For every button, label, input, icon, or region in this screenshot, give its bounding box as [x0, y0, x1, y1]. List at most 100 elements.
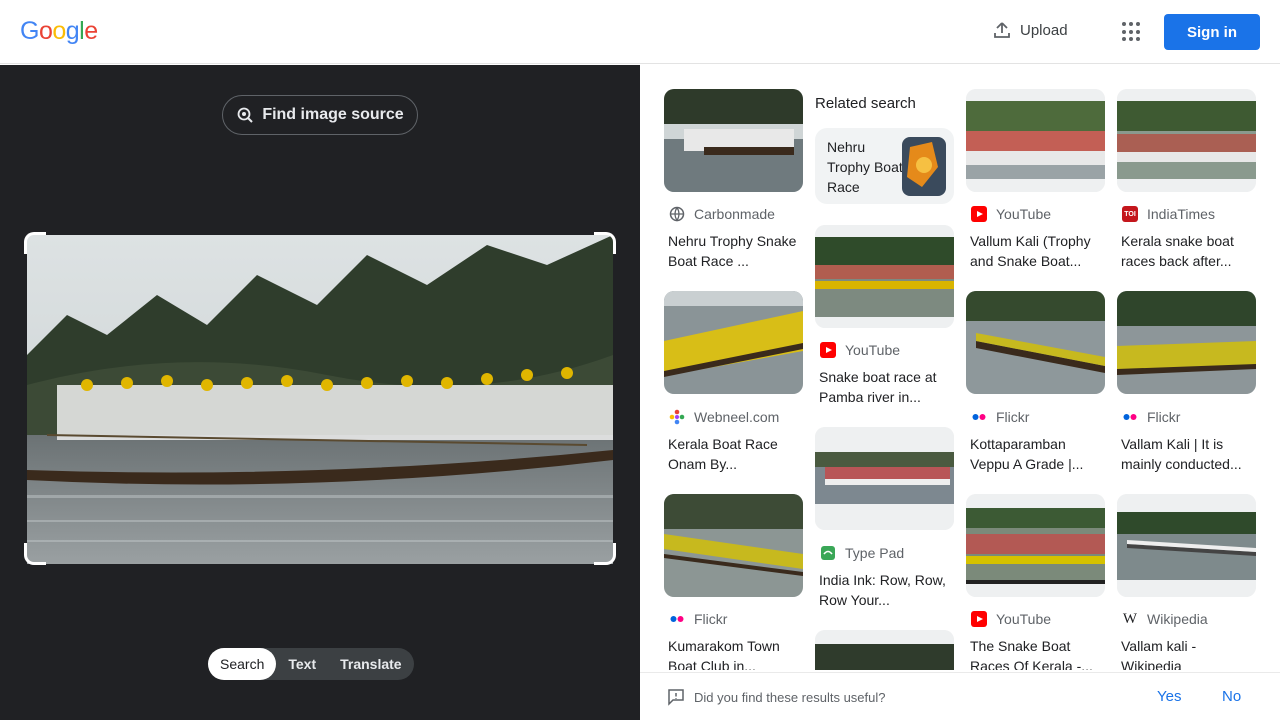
- feedback-icon: [668, 689, 684, 706]
- source-name: Webneel.com: [694, 409, 780, 425]
- tab-text[interactable]: Text: [276, 648, 328, 680]
- flickr-icon: [669, 611, 685, 627]
- result-source[interactable]: W Wikipedia: [1122, 610, 1208, 628]
- logo-letter: o: [52, 17, 66, 45]
- youtube-icon: [820, 342, 836, 358]
- related-chip-thumbnail: [902, 137, 946, 196]
- source-name: Flickr: [996, 409, 1030, 425]
- lens-search-icon: [237, 107, 254, 123]
- result-source[interactable]: YouTube: [971, 206, 1051, 222]
- tab-search[interactable]: Search: [208, 648, 277, 680]
- result-title[interactable]: Kumarakom Town Boat Club in...: [668, 636, 806, 670]
- result-title[interactable]: Kottaparamban Veppu A Grade |...: [970, 434, 1108, 474]
- youtube-icon: [971, 206, 987, 222]
- result-title[interactable]: Kerala Boat Race Onam By...: [668, 434, 806, 474]
- result-card[interactable]: [815, 427, 954, 530]
- result-source[interactable]: TOI IndiaTimes: [1122, 206, 1215, 222]
- result-card[interactable]: [966, 494, 1105, 597]
- result-card[interactable]: [815, 630, 954, 670]
- result-source[interactable]: Flickr: [1122, 409, 1180, 425]
- results-grid: Carbonmade Nehru Trophy Snake Boat Race …: [640, 65, 1280, 670]
- result-thumbnail[interactable]: [815, 427, 954, 530]
- crop-handle-bottom-left[interactable]: [24, 543, 46, 565]
- indiatimes-icon: TOI: [1122, 206, 1138, 222]
- result-title[interactable]: Vallum Kali (Trophy and Snake Boat...: [970, 231, 1108, 271]
- crop-handle-top-left[interactable]: [24, 232, 46, 254]
- upload-button[interactable]: Upload: [992, 20, 1068, 40]
- result-source[interactable]: Flickr: [971, 409, 1029, 425]
- logo-letter: o: [38, 17, 53, 45]
- mode-tabs: Search Text Translate: [208, 648, 414, 680]
- result-card[interactable]: [815, 225, 954, 328]
- result-card[interactable]: [664, 494, 803, 597]
- result-thumbnail[interactable]: [966, 291, 1105, 394]
- query-image[interactable]: [27, 235, 613, 564]
- google-logo[interactable]: Google: [20, 17, 98, 46]
- find-image-source-button[interactable]: Find image source: [222, 95, 418, 135]
- webneel-icon: [669, 409, 685, 425]
- source-name: YouTube: [996, 206, 1052, 222]
- logo-letter: g: [65, 17, 80, 45]
- result-thumbnail[interactable]: [966, 89, 1105, 192]
- typepad-icon: [820, 545, 836, 561]
- result-title[interactable]: The Snake Boat Races Of Kerala -...: [970, 636, 1108, 670]
- result-thumbnail[interactable]: [664, 494, 803, 597]
- result-card[interactable]: [966, 89, 1105, 192]
- source-name: YouTube: [996, 611, 1052, 627]
- feedback-question: Did you find these results useful?: [667, 688, 886, 706]
- related-chip-label: Nehru Trophy Boat Race: [827, 139, 903, 195]
- indiatimes-badge-text: TOI: [1124, 210, 1136, 218]
- result-card[interactable]: [1117, 494, 1256, 597]
- result-source[interactable]: Flickr: [669, 611, 727, 627]
- youtube-icon: [971, 611, 987, 627]
- sign-in-button[interactable]: Sign in: [1164, 14, 1260, 50]
- result-card[interactable]: [966, 291, 1105, 394]
- result-title[interactable]: India Ink: Row, Row, Row Your...: [819, 570, 957, 610]
- source-name: Flickr: [694, 611, 728, 627]
- upload-icon: [994, 22, 1010, 38]
- result-card[interactable]: [664, 89, 803, 192]
- source-name: Wikipedia: [1147, 611, 1208, 627]
- logo-letter: e: [84, 17, 98, 45]
- result-title[interactable]: Kerala snake boat races back after...: [1121, 231, 1259, 271]
- feedback-bar: Did you find these results useful? Yes N…: [640, 672, 1280, 720]
- logo-letter: G: [20, 17, 39, 45]
- result-card[interactable]: [664, 291, 803, 394]
- result-thumbnail[interactable]: [1117, 291, 1256, 394]
- result-thumbnail[interactable]: [966, 494, 1105, 597]
- result-source[interactable]: YouTube: [971, 611, 1051, 627]
- source-name: Flickr: [1147, 409, 1181, 425]
- globe-icon: [669, 206, 685, 222]
- feedback-yes-button[interactable]: Yes: [1157, 688, 1181, 705]
- feedback-no-button[interactable]: No: [1222, 688, 1241, 705]
- tab-translate[interactable]: Translate: [328, 648, 413, 680]
- result-source[interactable]: Type Pad: [820, 545, 904, 561]
- crop-handle-top-right[interactable]: [594, 232, 616, 254]
- result-thumbnail[interactable]: [815, 225, 954, 328]
- result-source[interactable]: YouTube: [820, 342, 900, 358]
- flickr-icon: [971, 409, 987, 425]
- result-title[interactable]: Vallam kali - Wikipedia: [1121, 636, 1259, 670]
- result-title[interactable]: Snake boat race at Pamba river in...: [819, 367, 957, 407]
- related-search-chip[interactable]: Nehru Trophy Boat Race: [815, 128, 954, 204]
- result-source[interactable]: Webneel.com: [669, 409, 779, 425]
- wikipedia-badge-text: W: [1122, 610, 1138, 627]
- crop-handle-bottom-right[interactable]: [594, 543, 616, 565]
- result-source[interactable]: Carbonmade: [669, 206, 775, 222]
- result-title[interactable]: Vallam Kali | It is mainly conducted...: [1121, 434, 1259, 474]
- apps-grid-icon[interactable]: [1122, 22, 1142, 42]
- result-thumbnail[interactable]: [1117, 89, 1256, 192]
- result-thumbnail[interactable]: [815, 630, 954, 670]
- result-title[interactable]: Nehru Trophy Snake Boat Race ...: [668, 231, 806, 271]
- feedback-question-text: Did you find these results useful?: [694, 689, 886, 705]
- source-name: IndiaTimes: [1147, 206, 1215, 222]
- result-card[interactable]: [1117, 89, 1256, 192]
- source-name: Carbonmade: [694, 206, 775, 222]
- related-search-heading: Related search: [815, 95, 916, 112]
- result-thumbnail[interactable]: [664, 89, 803, 192]
- top-bar: Google Upload Sign in: [0, 0, 1280, 64]
- query-image-pane: Find image source Search Text Translate: [0, 65, 640, 720]
- result-thumbnail[interactable]: [664, 291, 803, 394]
- result-card[interactable]: [1117, 291, 1256, 394]
- result-thumbnail[interactable]: [1117, 494, 1256, 597]
